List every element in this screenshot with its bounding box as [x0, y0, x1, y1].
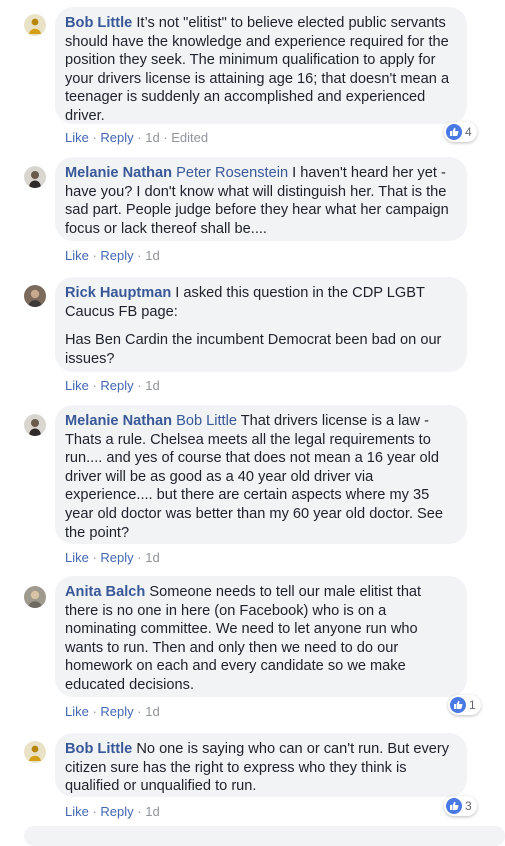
reaction-count-badge[interactable]: 4 — [444, 122, 477, 142]
thumbs-up-icon — [450, 697, 466, 713]
comment-bubble: Bob Little No one is saying who can or c… — [55, 733, 467, 797]
comment-author[interactable]: Rick Hauptman — [65, 285, 171, 301]
reply-link[interactable]: Reply — [100, 130, 133, 145]
comment-time[interactable]: 1d — [145, 378, 159, 393]
comment-actions: Like · Reply · 1d — [65, 704, 160, 719]
comment-time[interactable]: 1d — [145, 550, 159, 565]
comment-text: Has Ben Cardin the incumbent Democrat be… — [65, 332, 442, 367]
comment-author[interactable]: Bob Little — [65, 741, 132, 757]
reaction-count-badge[interactable]: 3 — [444, 796, 477, 816]
next-comment-bubble-partial — [24, 826, 505, 846]
comment-author[interactable]: Melanie Nathan — [65, 165, 172, 181]
comment-author[interactable]: Melanie Nathan — [65, 413, 172, 429]
comment-text: It’s not "elitist" to believe elected pu… — [65, 15, 450, 124]
avatar-rick-hauptman[interactable] — [24, 285, 46, 307]
comment-actions: Like · Reply · 1d — [65, 248, 160, 263]
comment-actions: Like · Reply · 1d — [65, 804, 160, 819]
comment-actions: Like · Reply · 1d — [65, 378, 160, 393]
comment-author[interactable]: Anita Balch — [65, 584, 145, 600]
avatar-bob-little[interactable] — [24, 741, 46, 763]
comment-time[interactable]: 1d — [145, 804, 159, 819]
reply-link[interactable]: Reply — [100, 248, 133, 263]
comment-text: Someone needs to tell our male elitist t… — [65, 584, 422, 693]
like-link[interactable]: Like — [65, 248, 89, 263]
comment-author[interactable]: Bob Little — [65, 15, 132, 31]
reaction-count: 4 — [465, 125, 472, 139]
comment-bubble: Melanie Nathan Peter Rosenstein I haven'… — [55, 157, 467, 241]
thumbs-up-icon — [446, 124, 462, 140]
avatar-melanie-nathan[interactable] — [24, 166, 46, 188]
avatar-anita-balch[interactable] — [24, 586, 46, 608]
reply-link[interactable]: Reply — [100, 550, 133, 565]
comment-actions: Like · Reply · 1d · Edited — [65, 130, 209, 145]
reply-link[interactable]: Reply — [100, 378, 133, 393]
comment-bubble: Rick Hauptman I asked this question in t… — [55, 277, 467, 372]
comment-time[interactable]: 1d — [145, 130, 159, 145]
like-link[interactable]: Like — [65, 550, 89, 565]
like-link[interactable]: Like — [65, 704, 89, 719]
thumbs-up-icon — [446, 798, 462, 814]
mention-link[interactable]: Peter Rosenstein — [176, 165, 288, 181]
avatar-melanie-nathan[interactable] — [24, 414, 46, 436]
comment-time[interactable]: 1d — [145, 248, 159, 263]
reply-link[interactable]: Reply — [100, 804, 133, 819]
reaction-count: 3 — [465, 799, 472, 813]
comment-bubble: Melanie Nathan Bob Little That drivers l… — [55, 405, 467, 544]
like-link[interactable]: Like — [65, 804, 89, 819]
reply-link[interactable]: Reply — [100, 704, 133, 719]
comment-time[interactable]: 1d — [145, 704, 159, 719]
comment-text: That drivers license is a law - Thats a … — [65, 413, 444, 541]
like-link[interactable]: Like — [65, 130, 89, 145]
reaction-count: 1 — [469, 698, 476, 712]
mention-link[interactable]: Bob Little — [176, 413, 237, 429]
comment-bubble: Bob Little It’s not "elitist" to believe… — [55, 7, 467, 124]
comment-bubble: Anita Balch Someone needs to tell our ma… — [55, 576, 467, 697]
reaction-count-badge[interactable]: 1 — [448, 695, 481, 715]
avatar-bob-little[interactable] — [24, 14, 46, 36]
edited-label[interactable]: Edited — [171, 130, 208, 145]
like-link[interactable]: Like — [65, 378, 89, 393]
comment-actions: Like · Reply · 1d — [65, 550, 160, 565]
